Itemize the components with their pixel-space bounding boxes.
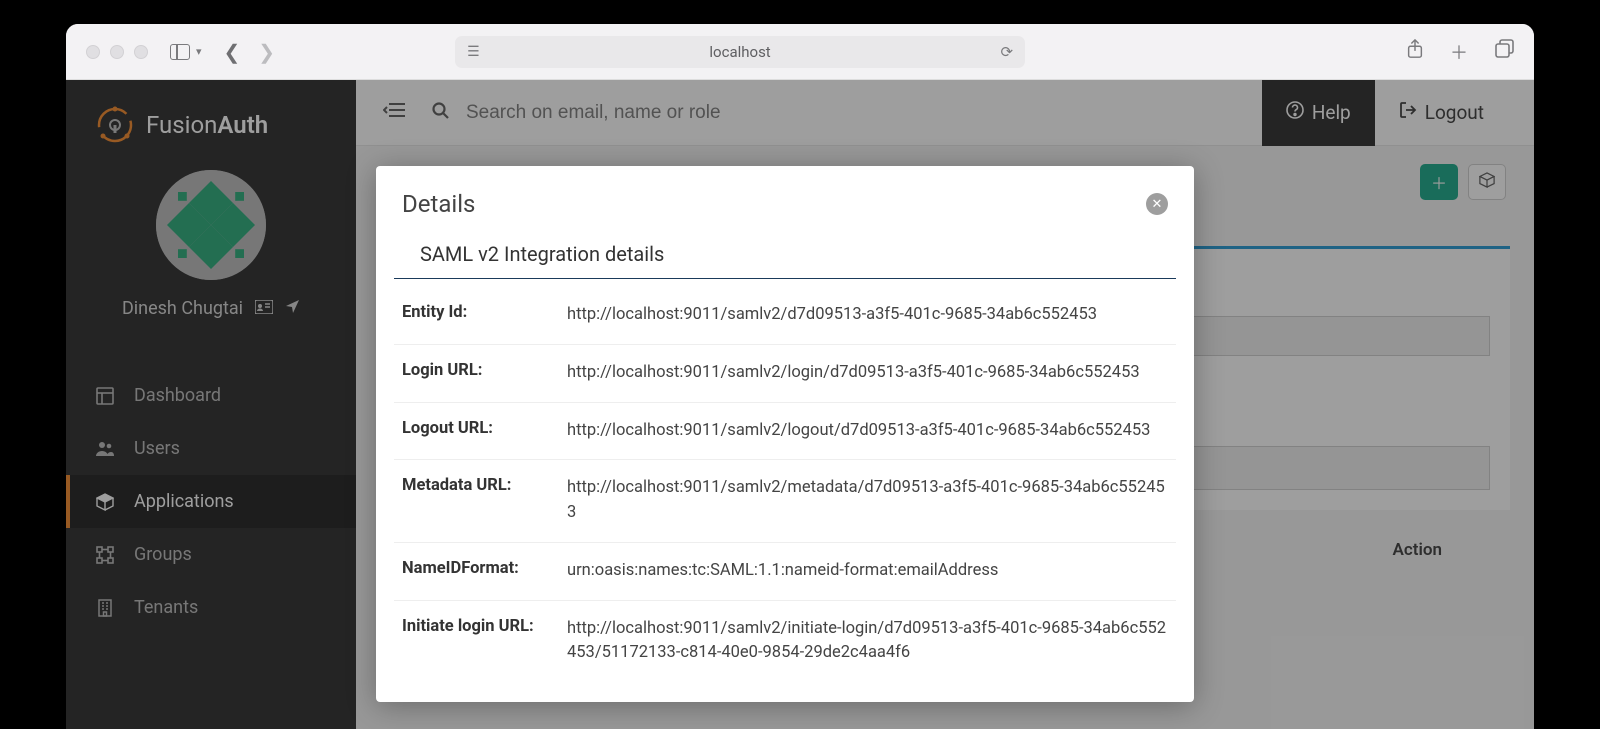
- app-shell: FusionAuth Dinesh Chugtai: [66, 80, 1534, 729]
- close-window-icon[interactable]: [86, 45, 100, 59]
- label-metadata-url: Metadata URL:: [402, 476, 567, 526]
- browser-nav-arrows: ❮ ❯: [224, 40, 276, 64]
- tab-group-dropdown-icon[interactable]: ▾: [196, 45, 202, 58]
- row-nameid-format: NameIDFormat: urn:oasis:names:tc:SAML:1.…: [394, 543, 1176, 601]
- value-login-url: http://localhost:9011/samlv2/login/d7d09…: [567, 361, 1168, 386]
- share-icon[interactable]: [1406, 39, 1424, 65]
- address-bar[interactable]: ☰ localhost ⟳: [455, 36, 1025, 68]
- reload-icon[interactable]: ⟳: [1000, 43, 1013, 61]
- value-metadata-url: http://localhost:9011/samlv2/metadata/d7…: [567, 476, 1168, 526]
- row-logout-url: Logout URL: http://localhost:9011/samlv2…: [394, 403, 1176, 461]
- label-logout-url: Logout URL:: [402, 419, 567, 444]
- browser-titlebar: ▾ ❮ ❯ ☰ localhost ⟳ ＋: [66, 24, 1534, 80]
- details-modal: Details ✕ SAML v2 Integration details En…: [376, 166, 1194, 702]
- label-nameid-format: NameIDFormat:: [402, 559, 567, 584]
- new-tab-icon[interactable]: ＋: [1450, 39, 1468, 65]
- modal-header: Details ✕: [376, 166, 1194, 228]
- sidebar-toggle-icon[interactable]: [170, 44, 190, 60]
- modal-section-title: SAML v2 Integration details: [394, 228, 1176, 279]
- tab-overview-icon[interactable]: [1494, 39, 1514, 65]
- label-initiate-login: Initiate login URL:: [402, 617, 567, 667]
- value-logout-url: http://localhost:9011/samlv2/logout/d7d0…: [567, 419, 1168, 444]
- row-initiate-login: Initiate login URL: http://localhost:901…: [394, 601, 1176, 683]
- modal-title: Details: [402, 190, 475, 218]
- value-entity-id: http://localhost:9011/samlv2/d7d09513-a3…: [567, 303, 1168, 328]
- value-initiate-login: http://localhost:9011/samlv2/initiate-lo…: [567, 617, 1168, 667]
- privacy-shield-icon[interactable]: ☰: [467, 44, 480, 60]
- saml-details-table: Entity Id: http://localhost:9011/samlv2/…: [376, 279, 1194, 682]
- row-login-url: Login URL: http://localhost:9011/samlv2/…: [394, 345, 1176, 403]
- url-text: localhost: [709, 43, 770, 61]
- back-button[interactable]: ❮: [224, 40, 241, 64]
- label-entity-id: Entity Id:: [402, 303, 567, 328]
- close-modal-button[interactable]: ✕: [1146, 193, 1168, 215]
- close-icon: ✕: [1152, 197, 1163, 212]
- value-nameid-format: urn:oasis:names:tc:SAML:1.1:nameid-forma…: [567, 559, 1168, 584]
- forward-button: ❯: [258, 40, 275, 64]
- minimize-window-icon[interactable]: [110, 45, 124, 59]
- window-controls: [86, 45, 148, 59]
- browser-right-actions: ＋: [1406, 39, 1514, 65]
- maximize-window-icon[interactable]: [134, 45, 148, 59]
- row-metadata-url: Metadata URL: http://localhost:9011/saml…: [394, 460, 1176, 543]
- row-entity-id: Entity Id: http://localhost:9011/samlv2/…: [394, 287, 1176, 345]
- label-login-url: Login URL:: [402, 361, 567, 386]
- browser-window: ▾ ❮ ❯ ☰ localhost ⟳ ＋ FusionAut: [66, 24, 1534, 729]
